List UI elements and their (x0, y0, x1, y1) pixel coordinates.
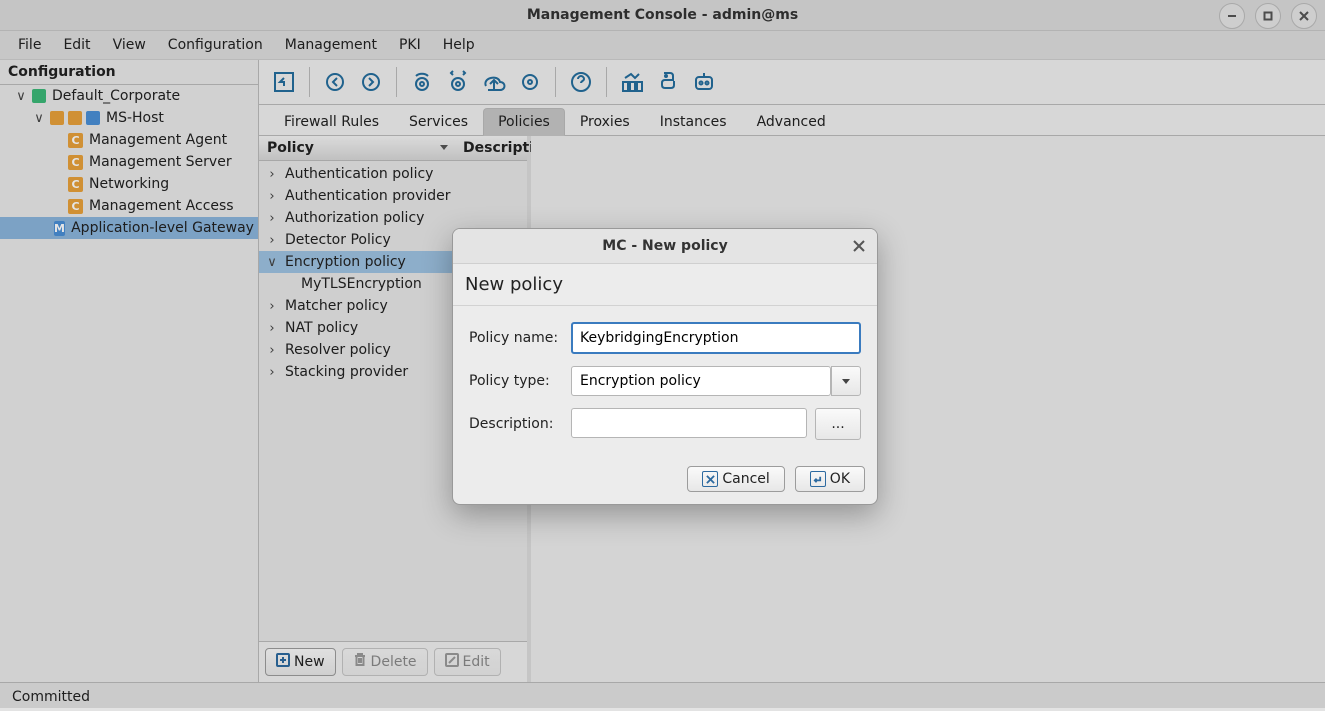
dialog-title: MC - New policy (602, 238, 727, 254)
dialog-titlebar: MC - New policy (453, 229, 877, 264)
ok-button[interactable]: OK (795, 466, 865, 492)
policy-type-label: Policy type: (469, 373, 561, 389)
dialog-actions: Cancel OK (453, 460, 877, 504)
dialog-close-button[interactable] (851, 238, 867, 254)
policy-type-input[interactable] (571, 366, 831, 396)
dialog-heading: New policy (453, 264, 877, 306)
dialog-body: Policy name: Policy type: Description: .… (453, 306, 877, 460)
chevron-down-icon[interactable] (831, 366, 861, 396)
policy-name-input[interactable] (571, 322, 861, 354)
description-browse-button[interactable]: ... (815, 408, 861, 440)
enter-icon (810, 471, 826, 487)
description-label: Description: (469, 416, 561, 432)
new-policy-dialog: MC - New policy New policy Policy name: … (452, 228, 878, 505)
cancel-button[interactable]: Cancel (687, 466, 784, 492)
policy-name-label: Policy name: (469, 330, 561, 346)
cancel-icon (702, 471, 718, 487)
description-input[interactable] (571, 408, 807, 438)
policy-type-combo[interactable] (571, 366, 861, 396)
